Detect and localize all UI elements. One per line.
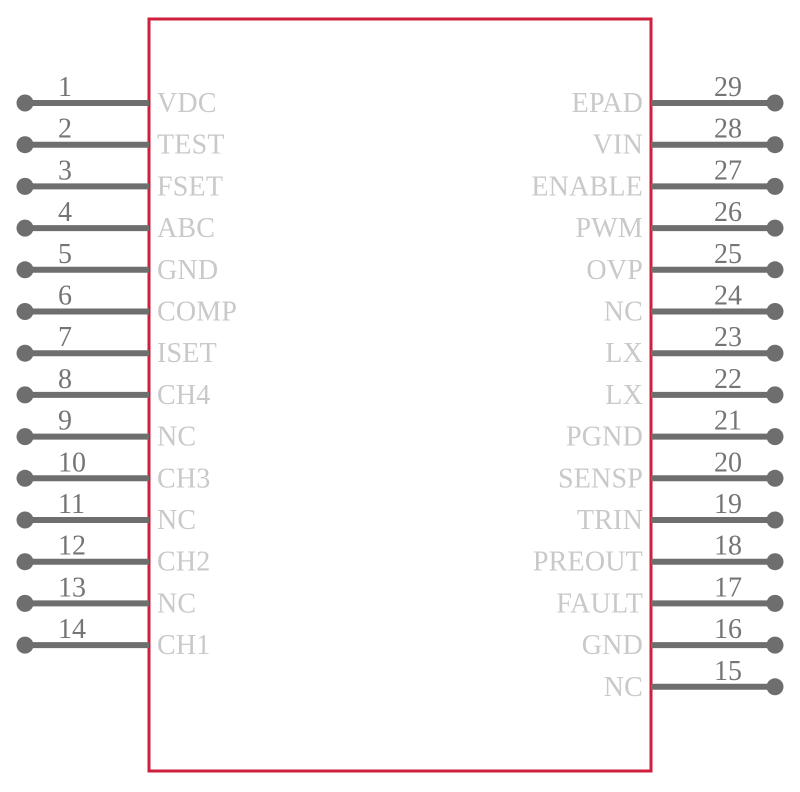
pin-terminal-dot[interactable]	[766, 261, 784, 279]
pin-name-label: COMP	[157, 297, 237, 328]
pin-name-label: PGND	[566, 422, 643, 453]
pin-number-label: 14	[58, 614, 86, 645]
pin-name-label: PWM	[576, 213, 644, 244]
pin-number-label: 7	[58, 322, 72, 353]
pin-terminal-dot[interactable]	[766, 594, 784, 612]
pin-name-label: NC	[604, 297, 643, 328]
pin-number-label: 16	[714, 614, 742, 645]
pin-terminal-dot[interactable]	[16, 386, 34, 404]
pin-terminal-dot[interactable]	[16, 303, 34, 320]
pin-terminal-dot[interactable]	[16, 177, 34, 195]
pin-name-label: NC	[157, 588, 196, 619]
pin-number-label: 21	[714, 406, 742, 437]
pin-name-label: ENABLE	[531, 171, 643, 202]
pin-terminal-dot[interactable]	[16, 636, 34, 654]
pin-name-label: FAULT	[556, 588, 643, 619]
pin-terminal-dot[interactable]	[16, 94, 34, 112]
pin-terminal-dot[interactable]	[766, 386, 784, 404]
pin-terminal-dot[interactable]	[16, 511, 34, 529]
pin-terminal-dot[interactable]	[766, 177, 784, 195]
pin-name-label: LX	[605, 380, 643, 411]
pin-terminal-dot[interactable]	[766, 469, 784, 487]
pin-name-label: VIN	[593, 130, 643, 161]
pin-number-label: 12	[58, 531, 86, 562]
pin-name-label: CH3	[157, 463, 211, 494]
pin-terminal-dot[interactable]	[766, 553, 784, 571]
pin-terminal-dot[interactable]	[16, 261, 34, 279]
pin-terminal-dot[interactable]	[766, 428, 784, 446]
pin-number-label: 15	[714, 656, 742, 687]
pin-number-label: 5	[58, 239, 72, 270]
pin-name-label: SENSP	[558, 463, 643, 494]
pin-number-label: 1	[58, 72, 72, 103]
pin-number-label: 25	[714, 239, 742, 270]
pin-number-label: 13	[58, 572, 86, 603]
pin-terminal-dot[interactable]	[16, 344, 34, 362]
pin-number-label: 23	[714, 322, 742, 353]
pin-terminal-dot[interactable]	[16, 428, 34, 446]
pin-name-label: CH2	[157, 547, 211, 578]
pin-number-label: 22	[714, 364, 742, 395]
pin-number-label: 8	[58, 364, 72, 395]
schematic-symbol-svg: 1 VDC 2 TEST 3 FSET 4 ABC 5 GND 6 COMP 7 ISET 8 CH4 9 NC 1…	[16, 17, 784, 773]
pin-terminal-dot[interactable]	[766, 94, 784, 112]
pin-terminal-dot[interactable]	[16, 553, 34, 571]
pin-name-label: EPAD	[572, 88, 643, 119]
pin-number-label: 3	[58, 155, 72, 186]
pin-terminal-dot[interactable]	[16, 219, 34, 237]
pin-number-label: 28	[714, 114, 742, 145]
pin-terminal-dot[interactable]	[766, 678, 784, 696]
pin-name-label: GND	[582, 630, 643, 661]
pin-number-label: 10	[58, 447, 86, 478]
pin-terminal-dot[interactable]	[766, 136, 784, 154]
pin-terminal-dot[interactable]	[16, 469, 34, 487]
pin-name-label: CH1	[157, 630, 211, 661]
left-pins-group: 1 VDC 2 TEST 3 FSET 4 ABC 5 GND 6 COMP 7 ISET 8 CH4 9 NC 1…	[16, 72, 237, 661]
pin-terminal-dot[interactable]	[766, 344, 784, 362]
schematic-symbol-canvas: 1 VDC 2 TEST 3 FSET 4 ABC 5 GND 6 COMP 7 ISET 8 CH4 9 NC 1…	[0, 0, 800, 792]
pin-name-label: GND	[157, 255, 218, 286]
pin-name-label: PREOUT	[533, 547, 643, 578]
pin-name-label: NC	[604, 672, 643, 703]
pin-name-label: ABC	[157, 213, 215, 244]
pin-number-label: 26	[714, 197, 742, 228]
pin-number-label: 19	[714, 489, 742, 520]
pin-number-label: 9	[58, 406, 72, 437]
pin-number-label: 4	[58, 197, 72, 228]
pin-number-label: 2	[58, 114, 72, 145]
pin-number-label: 6	[58, 281, 72, 312]
pin-name-label: CH4	[157, 380, 211, 411]
pin-number-label: 24	[714, 281, 742, 312]
pin-terminal-dot[interactable]	[766, 511, 784, 529]
pin-name-label: FSET	[157, 171, 223, 202]
pin-name-label: VDC	[157, 88, 217, 119]
pin-name-label: TEST	[157, 130, 225, 161]
pin-number-label: 17	[714, 572, 742, 603]
pin-terminal-dot[interactable]	[16, 594, 34, 612]
pin-name-label: LX	[605, 338, 643, 369]
pin-number-label: 29	[714, 72, 742, 103]
pin-terminal-dot[interactable]	[16, 136, 34, 154]
pin-number-label: 18	[714, 531, 742, 562]
pin-terminal-dot[interactable]	[766, 219, 784, 237]
pin-number-label: 20	[714, 447, 742, 478]
pin-name-label: TRIN	[577, 505, 643, 536]
pin-name-label: NC	[157, 505, 196, 536]
pin-name-label: ISET	[157, 338, 217, 369]
pin-number-label: 11	[58, 489, 85, 520]
pin-name-label: NC	[157, 422, 196, 453]
pin-name-label: OVP	[586, 255, 643, 286]
pin-terminal-dot[interactable]	[766, 303, 784, 320]
pin-terminal-dot[interactable]	[766, 636, 784, 654]
pin-number-label: 27	[714, 155, 742, 186]
